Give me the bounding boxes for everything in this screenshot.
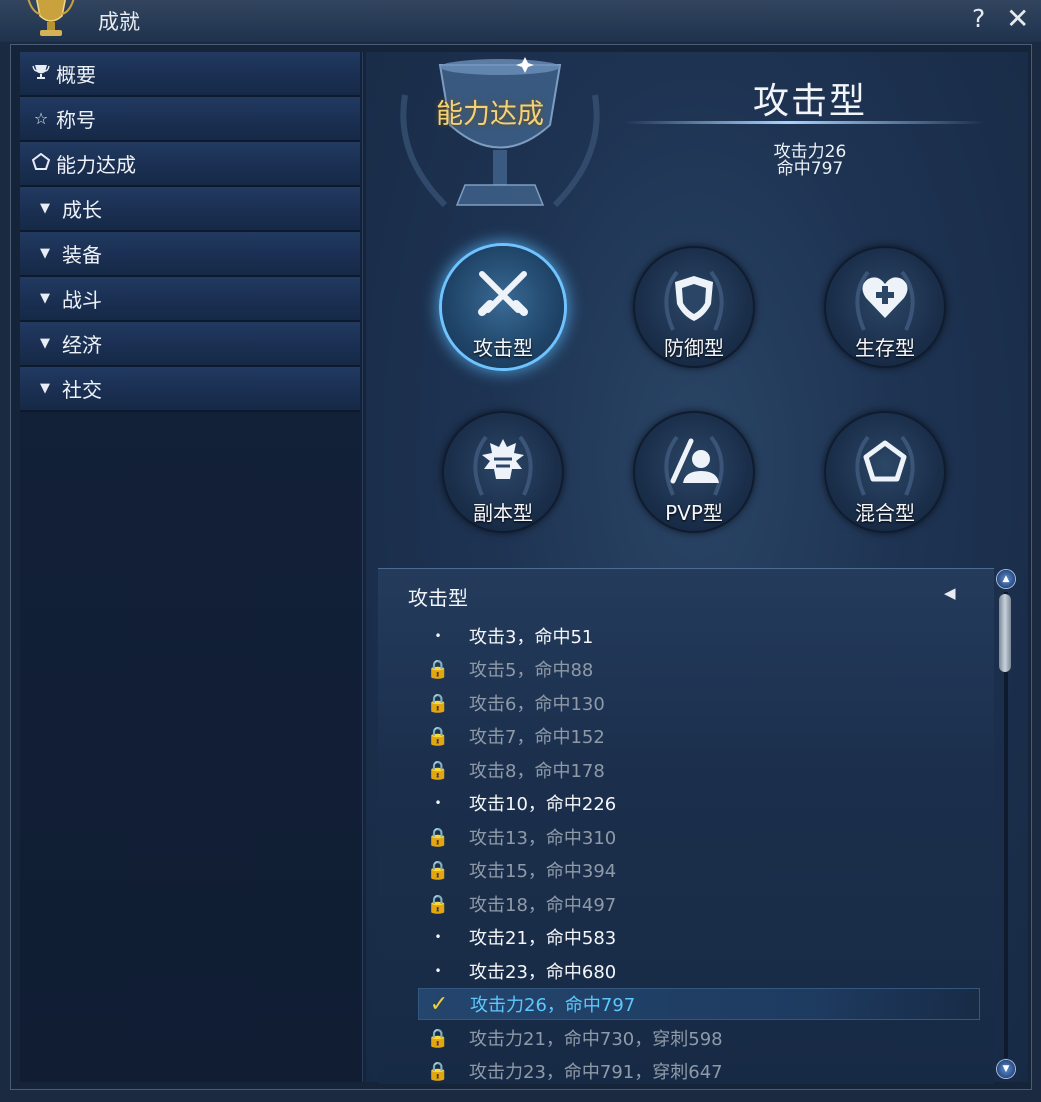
list-header: 攻击型 — [408, 586, 468, 610]
type-button-attack[interactable]: 攻击型 — [442, 246, 564, 368]
type-label: 攻击型 — [473, 336, 533, 360]
triangle-down-icon: ▼ — [40, 336, 50, 351]
section-title: 能力达成 — [436, 99, 544, 130]
lock-icon: 🔒 — [426, 658, 450, 680]
help-button[interactable]: ? — [972, 4, 985, 33]
type-button-defense[interactable]: 防御型 — [633, 246, 755, 368]
type-label: PVP型 — [665, 501, 723, 525]
stat-accuracy: 命中797 — [776, 159, 844, 179]
type-button-survival[interactable]: 生存型 — [824, 246, 946, 368]
lock-icon: 🔒 — [426, 1027, 450, 1049]
list-item[interactable]: 🔒 攻击6，命中130 — [418, 687, 978, 719]
type-label: 混合型 — [855, 501, 915, 525]
lock-icon: 🔒 — [426, 1060, 450, 1082]
list-item[interactable]: • 攻击10，命中226 — [418, 787, 978, 819]
list-item[interactable]: • 攻击23，命中680 — [418, 955, 978, 987]
sidebar-item-equipment[interactable]: ▼ 装备 — [20, 232, 360, 277]
scroll-down-button[interactable]: ▼ — [997, 1060, 1015, 1078]
triangle-down-icon: ▼ — [40, 246, 50, 261]
triangle-down-icon: ▼ — [40, 291, 50, 306]
type-button-dungeon[interactable]: 副本型 — [442, 411, 564, 533]
lock-icon: 🔒 — [426, 692, 450, 714]
list-item-text: 攻击10，命中226 — [469, 794, 617, 815]
sidebar-item-titles[interactable]: ☆ 称号 — [20, 97, 360, 142]
list-item-text: 攻击8，命中178 — [469, 761, 605, 782]
sidebar-item-label: 社交 — [62, 378, 102, 402]
type-label: 防御型 — [664, 336, 724, 360]
pentagon-icon — [26, 152, 56, 175]
list-item-text: 攻击21，命中583 — [469, 928, 617, 949]
lock-icon: 🔒 — [426, 893, 450, 915]
selected-type-title: 攻击型 — [752, 81, 867, 122]
list-item[interactable]: • 攻击21，命中583 — [418, 921, 978, 953]
sidebar-item-growth[interactable]: ▼ 成长 — [20, 187, 360, 232]
type-label: 副本型 — [473, 501, 533, 525]
trophy-icon — [26, 64, 56, 84]
lock-icon: 🔒 — [426, 725, 450, 747]
sidebar-item-label: 装备 — [62, 243, 102, 267]
lock-icon: 🔒 — [426, 859, 450, 881]
scrollbar-thumb[interactable] — [999, 594, 1011, 672]
sidebar-item-combat[interactable]: ▼ 战斗 — [20, 277, 360, 322]
sidebar-item-label: 能力达成 — [56, 153, 136, 177]
sidebar: 概要 ☆ 称号 能力达成 ▼ 成长 ▼ 装备 ▼ 战斗 ▼ 经济 ▼ 社交 — [20, 52, 363, 1082]
sidebar-item-label: 概要 — [56, 63, 96, 87]
type-button-mixed[interactable]: 混合型 — [824, 411, 946, 533]
list-item[interactable]: • 攻击3，命中51 — [418, 620, 978, 652]
checkmark-icon: ✓ — [429, 991, 449, 1017]
list-item-text: 攻击23，命中680 — [469, 962, 617, 983]
collapse-arrow-icon[interactable]: ◀ — [944, 584, 956, 602]
triangle-down-icon: ▼ — [40, 201, 50, 216]
window-title: 成就 — [98, 10, 140, 34]
list-item-text: 攻击力23，命中791，穿刺647 — [469, 1062, 723, 1083]
list-item[interactable]: 🔒 攻击力23，命中791，穿刺647 — [418, 1055, 978, 1087]
list-item[interactable]: 🔒 攻击13，命中310 — [418, 821, 978, 853]
close-button[interactable]: ✕ — [1006, 2, 1029, 35]
type-button-pvp[interactable]: PVP型 — [633, 411, 755, 533]
bullet-icon: • — [434, 930, 442, 944]
lock-icon: 🔒 — [426, 759, 450, 781]
list-item-text: 攻击15，命中394 — [469, 861, 617, 882]
list-item-text: 攻击7，命中152 — [469, 727, 605, 748]
sidebar-item-ability-achievement[interactable]: 能力达成 — [20, 142, 360, 187]
list-item-text: 攻击3，命中51 — [469, 627, 594, 648]
sidebar-item-overview[interactable]: 概要 — [20, 52, 360, 97]
list-item[interactable]: 🔒 攻击7，命中152 — [418, 720, 978, 752]
list-item[interactable]: 🔒 攻击力21，命中730，穿刺598 — [418, 1022, 978, 1054]
bullet-icon: • — [434, 796, 442, 810]
title-bar: 成就 ? ✕ — [0, 0, 1041, 42]
list-item-selected[interactable]: ✓ 攻击力26，命中797 — [418, 988, 980, 1020]
list-item-text: 攻击13，命中310 — [469, 828, 617, 849]
title-divider — [625, 121, 985, 124]
sidebar-item-label: 称号 — [56, 108, 96, 132]
list-item-text: 攻击力26，命中797 — [470, 995, 636, 1016]
scroll-up-button[interactable]: ▲ — [997, 570, 1015, 588]
list-item[interactable]: 🔒 攻击18，命中497 — [418, 888, 978, 920]
list-item-text: 攻击18，命中497 — [469, 895, 617, 916]
list-item-text: 攻击力21，命中730，穿刺598 — [469, 1029, 723, 1050]
bullet-icon: • — [434, 629, 442, 643]
sidebar-item-label: 成长 — [62, 198, 102, 222]
list-item[interactable]: 🔒 攻击8，命中178 — [418, 754, 978, 786]
sidebar-item-economy[interactable]: ▼ 经济 — [20, 322, 360, 367]
trophy-emblem-icon — [27, 0, 75, 36]
trophy-cup-icon — [400, 57, 600, 208]
sidebar-item-social[interactable]: ▼ 社交 — [20, 367, 360, 412]
bullet-icon: • — [434, 964, 442, 978]
type-label: 生存型 — [855, 336, 915, 360]
list-item[interactable]: 🔒 攻击15，命中394 — [418, 854, 978, 886]
sidebar-item-label: 战斗 — [62, 288, 102, 312]
star-icon: ☆ — [33, 109, 49, 128]
list-item-text: 攻击5，命中88 — [469, 660, 594, 681]
sidebar-item-label: 经济 — [62, 333, 102, 357]
lock-icon: 🔒 — [426, 826, 450, 848]
list-item[interactable]: 🔒 攻击5，命中88 — [418, 653, 978, 685]
list-item-text: 攻击6，命中130 — [469, 694, 605, 715]
triangle-down-icon: ▼ — [40, 381, 50, 396]
